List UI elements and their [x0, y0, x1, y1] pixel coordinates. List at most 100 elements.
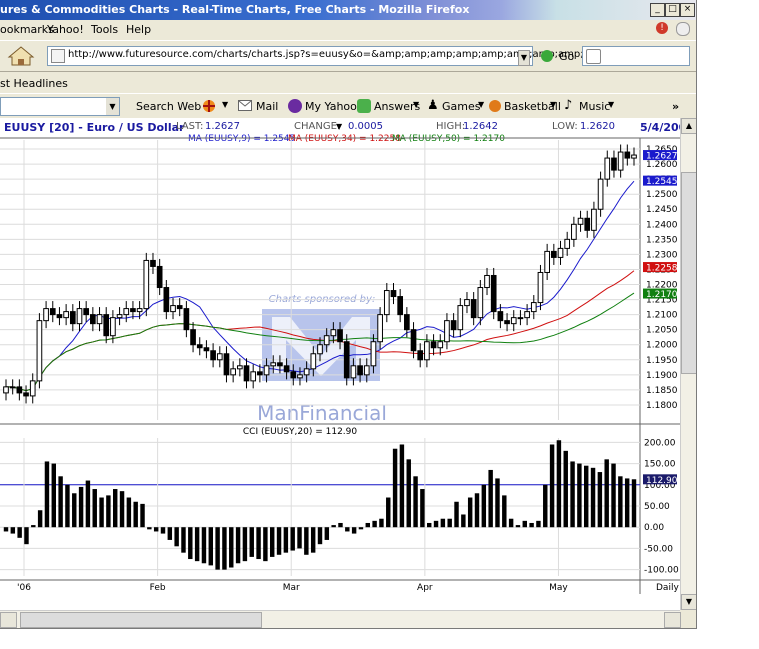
- price-tag: 1.2170: [643, 288, 678, 300]
- candle-body: [210, 350, 216, 361]
- scroll-down-icon[interactable]: ▼: [681, 594, 696, 610]
- candle-body: [270, 362, 277, 367]
- candle-body: [230, 368, 236, 376]
- candle-body: [63, 311, 69, 319]
- cci-bar: [611, 463, 616, 528]
- candle-body: [83, 308, 90, 316]
- menu-help[interactable]: Help: [126, 23, 151, 36]
- cci-bar: [508, 518, 514, 528]
- scroll-thumb[interactable]: [681, 172, 696, 374]
- candle-body: [444, 320, 450, 343]
- menu-yahoo[interactable]: Yahoo!: [47, 23, 84, 36]
- candle-body: [223, 353, 230, 376]
- candle-body: [43, 308, 49, 322]
- cci-label: CCI (EUUSY,20) = 112.90: [243, 427, 358, 437]
- latest-headlines-link[interactable]: st Headlines: [0, 77, 68, 90]
- url-bar[interactable]: http://www.futuresource.com/charts/chart…: [47, 46, 584, 66]
- candle-body: [110, 317, 116, 337]
- candle-body: [464, 299, 470, 307]
- price-tick-label: 1.2350: [646, 235, 678, 245]
- candle-body: [36, 320, 43, 382]
- cci-bar: [583, 465, 589, 528]
- candle-body: [370, 341, 377, 367]
- candle-body: [303, 368, 310, 376]
- candle-body: [69, 311, 76, 325]
- cci-bar: [386, 497, 391, 528]
- scroll-left-icon[interactable]: [0, 612, 17, 628]
- candle-body: [277, 362, 283, 367]
- svg-text:1.2258: 1.2258: [646, 264, 678, 274]
- search-web-button[interactable]: Search Web: [136, 100, 201, 113]
- cci-bar: [290, 527, 295, 551]
- url-dropdown-icon[interactable]: ▼: [518, 50, 530, 66]
- candle-body: [116, 314, 123, 319]
- cci-bar: [119, 491, 125, 528]
- candle-body: [430, 341, 437, 349]
- cci-bar: [235, 527, 241, 564]
- candle-body: [530, 302, 537, 313]
- candle-body: [123, 308, 130, 316]
- games-icon: ♟: [427, 98, 439, 113]
- cci-bar: [181, 527, 186, 553]
- close-icon[interactable]: ×: [680, 3, 695, 17]
- cci-bar: [160, 527, 166, 534]
- candle-body: [3, 386, 9, 394]
- period-label: Daily: [656, 583, 679, 593]
- candle-body: [250, 371, 257, 382]
- chevron-down-icon[interactable]: ▼: [413, 100, 419, 109]
- my-yahoo-button[interactable]: My Yahoo!: [305, 100, 361, 113]
- toolbar-overflow-icon[interactable]: »: [672, 100, 679, 113]
- candle-body: [257, 371, 263, 376]
- games-button[interactable]: Games: [442, 100, 480, 113]
- candle-body: [484, 274, 490, 289]
- candle-body: [330, 329, 337, 337]
- candle-body: [76, 308, 83, 325]
- candle-body: [617, 151, 624, 171]
- music-button[interactable]: Music: [579, 100, 610, 113]
- chevron-down-icon[interactable]: ▼: [478, 100, 484, 109]
- cci-bar: [65, 484, 70, 528]
- menu-bookmarks[interactable]: ookmarks: [0, 23, 54, 36]
- maximize-icon[interactable]: □: [665, 3, 680, 17]
- scroll-right-icon[interactable]: [664, 612, 681, 628]
- cci-bar: [365, 522, 371, 528]
- cci-bar: [358, 527, 364, 530]
- chevron-down-icon[interactable]: ▼: [608, 100, 614, 109]
- x-tick-label: Apr: [417, 583, 433, 593]
- candle-body: [103, 314, 110, 337]
- mail-button[interactable]: Mail: [256, 100, 278, 113]
- candle-body: [156, 265, 163, 289]
- cci-bar: [304, 527, 309, 555]
- minimize-icon[interactable]: _: [650, 3, 665, 17]
- chevron-down-icon[interactable]: ▼: [222, 100, 228, 109]
- candle-body: [23, 392, 29, 397]
- mail-icon: [238, 100, 252, 111]
- candle-body: [397, 296, 404, 316]
- stop-icon[interactable]: !: [656, 22, 668, 34]
- scroll-up-icon[interactable]: ▲: [681, 118, 696, 134]
- go-icon[interactable]: [541, 50, 553, 62]
- cci-bar: [454, 501, 459, 528]
- chevron-down-icon[interactable]: ▼: [550, 100, 556, 109]
- cci-bar: [474, 493, 480, 528]
- cci-bar: [467, 497, 473, 528]
- chevron-down-icon[interactable]: ▼: [106, 98, 119, 115]
- cci-bar: [624, 478, 630, 528]
- price-tick-label: 1.2450: [646, 205, 678, 215]
- cci-bar: [515, 525, 521, 528]
- price-tick-label: 1.2000: [646, 341, 678, 351]
- hscroll-thumb[interactable]: [20, 612, 262, 628]
- cci-bar: [112, 489, 118, 528]
- vertical-scrollbar[interactable]: ▲ ▼: [680, 118, 696, 610]
- horizontal-scrollbar[interactable]: [0, 610, 681, 628]
- home-icon[interactable]: [3, 44, 39, 68]
- search-input[interactable]: [582, 46, 690, 66]
- candle-body: [216, 353, 223, 361]
- menu-tools[interactable]: Tools: [91, 23, 118, 36]
- yahoo-highlight-icon[interactable]: [202, 99, 216, 113]
- candle-body: [350, 365, 357, 379]
- candle-body: [56, 314, 63, 319]
- cci-bar: [529, 522, 534, 528]
- yahoo-search-field[interactable]: ▼: [0, 97, 120, 116]
- go-button[interactable]: Go: [559, 50, 574, 63]
